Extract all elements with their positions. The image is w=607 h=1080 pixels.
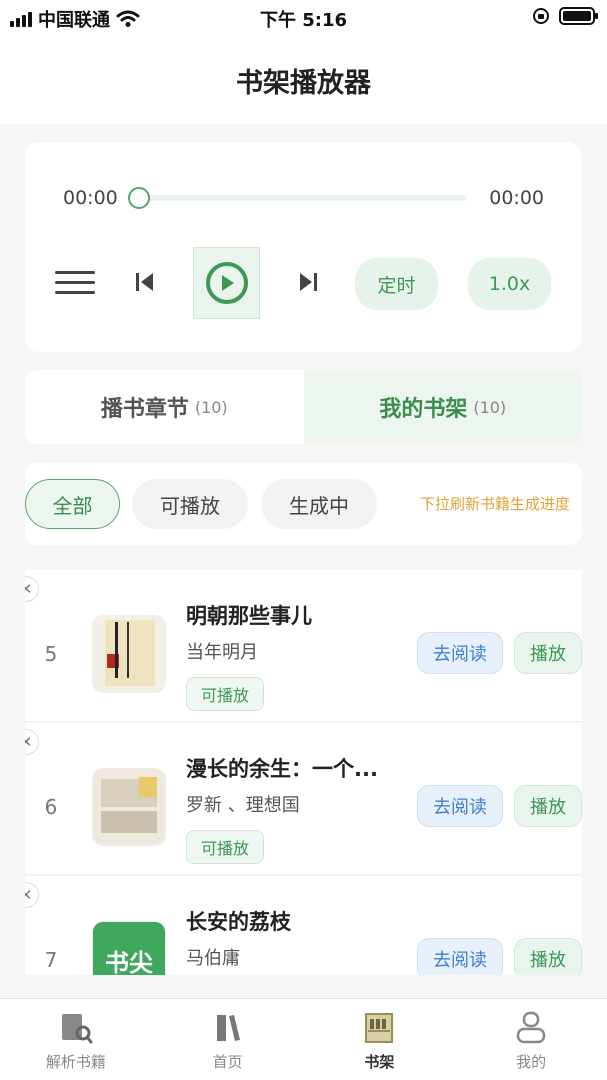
book-item: ✕ 5 明朝那些事儿 当年明月 可播放 去阅读 播放 — [25, 570, 582, 722]
tab-my-bookshelf[interactable]: 我的书架 (10) — [303, 370, 582, 444]
book-author: 马伯庸 — [186, 948, 240, 969]
book-rank: 6 — [44, 795, 58, 819]
nav-home[interactable]: 首页 — [152, 999, 304, 1080]
read-button[interactable]: 去阅读 — [417, 938, 503, 975]
filter-generating-chip[interactable]: 生成中 — [261, 479, 377, 529]
nav-label: 首页 — [212, 1053, 243, 1071]
nav-label: 我的 — [516, 1053, 547, 1071]
book-author: 当年明月 — [186, 642, 258, 663]
play-icon — [205, 262, 248, 304]
audio-player: 00:00 00:00 定时 1.0x — [25, 142, 582, 352]
book-item: ✕ 7 书尖 长安的荔枝 马伯庸 去阅读 播放 — [25, 876, 582, 975]
nav-bookshelf[interactable]: 书架 — [304, 999, 456, 1080]
playback-speed-button[interactable]: 1.0x — [468, 258, 551, 310]
book-title[interactable]: 长安的荔枝 — [186, 906, 291, 936]
nav-label: 解析书籍 — [45, 1053, 106, 1071]
book-author: 罗新 、理想国 — [186, 795, 300, 816]
nav-header: 书架播放器 — [0, 36, 607, 124]
timer-button[interactable]: 定时 — [355, 258, 438, 310]
filter-all-chip[interactable]: 全部 — [25, 479, 120, 529]
filter-bar: 全部 可播放 生成中 下拉刷新书籍生成进度 — [25, 463, 582, 545]
play-book-button[interactable]: 播放 — [514, 785, 582, 827]
nav-profile[interactable]: 我的 — [455, 999, 607, 1080]
tab-count: (10) — [194, 397, 228, 417]
next-track-button[interactable] — [293, 266, 323, 298]
books-icon — [216, 1015, 240, 1041]
status-badge: 可播放 — [186, 677, 265, 711]
nav-parse-books[interactable]: 解析书籍 — [0, 999, 152, 1080]
book-cover[interactable] — [93, 769, 165, 845]
nav-label: 书架 — [364, 1053, 395, 1071]
playlist-order-icon[interactable] — [53, 264, 97, 300]
book-title[interactable]: 漫长的余生：一个... — [186, 753, 378, 783]
tab-label: 播书章节 — [100, 397, 189, 422]
status-bar: 中国联通 下午 5:16 — [0, 0, 607, 36]
play-book-button[interactable]: 播放 — [514, 938, 582, 975]
bottom-tab-bar: 解析书籍 首页 书架 我的 — [0, 998, 607, 1080]
remove-book-icon[interactable]: ✕ — [25, 576, 39, 602]
progress-thumb[interactable] — [128, 187, 150, 209]
tab-chapters[interactable]: 播书章节 (10) — [25, 370, 304, 444]
total-time: 00:00 — [489, 187, 544, 209]
current-time: 00:00 — [63, 187, 118, 209]
remove-book-icon[interactable]: ✕ — [25, 729, 39, 755]
book-rank: 5 — [44, 642, 58, 666]
book-cover[interactable] — [93, 616, 165, 692]
rotation-lock-icon — [533, 8, 549, 24]
user-icon — [516, 1011, 546, 1044]
previous-track-button[interactable] — [130, 266, 160, 298]
tab-label: 我的书架 — [379, 397, 468, 422]
read-button[interactable]: 去阅读 — [417, 632, 503, 674]
status-badge: 可播放 — [186, 830, 265, 864]
book-title[interactable]: 明朝那些事儿 — [186, 600, 312, 630]
remove-book-icon[interactable]: ✕ — [25, 882, 39, 908]
progress-track[interactable] — [137, 195, 467, 201]
book-cover[interactable]: 书尖 — [93, 922, 165, 975]
read-button[interactable]: 去阅读 — [417, 785, 503, 827]
skip-next-icon — [300, 273, 317, 291]
book-list: ✕ 5 明朝那些事儿 当年明月 可播放 去阅读 播放 ✕ 6 漫长的余生：一个.… — [25, 560, 582, 975]
bookshelf-icon — [365, 1013, 394, 1043]
battery-icon — [559, 7, 598, 25]
content-tabs: 播书章节 (10) 我的书架 (10) — [25, 370, 582, 444]
refresh-hint: 下拉刷新书籍生成进度 — [419, 495, 570, 513]
skip-previous-icon — [136, 273, 153, 291]
book-rank: 7 — [44, 948, 58, 972]
play-book-button[interactable]: 播放 — [514, 632, 582, 674]
tab-count: (10) — [473, 397, 507, 417]
filter-playable-chip[interactable]: 可播放 — [132, 479, 248, 529]
book-search-icon — [61, 1014, 93, 1044]
book-item: ✕ 6 漫长的余生：一个... 罗新 、理想国 可播放 去阅读 播放 — [25, 723, 582, 875]
play-pause-button[interactable] — [193, 247, 260, 319]
status-icons — [533, 7, 598, 25]
page-title: 书架播放器 — [236, 67, 371, 99]
clock: 下午 5:16 — [259, 10, 348, 31]
